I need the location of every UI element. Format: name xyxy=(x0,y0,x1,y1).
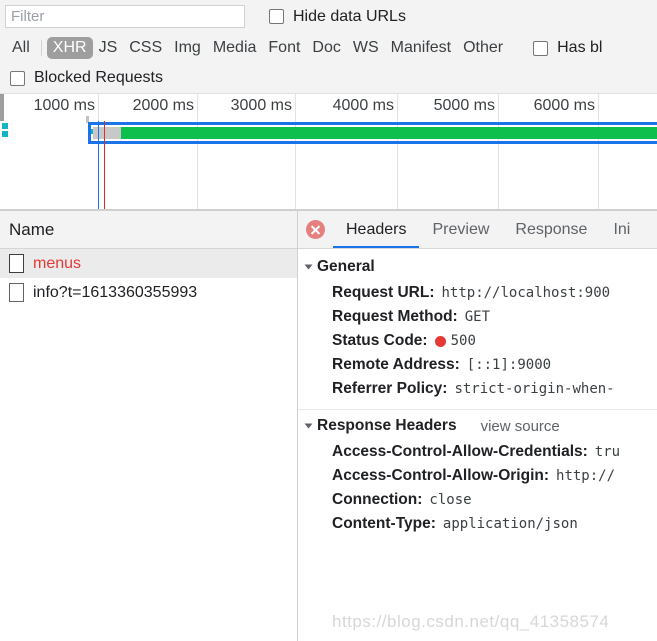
timeline-tick-label: 1000 ms xyxy=(33,97,95,114)
column-header-name: Name xyxy=(9,219,55,239)
header-content-type: Content-Type: application/json xyxy=(298,512,657,536)
timeline-tick-label: 2000 ms xyxy=(132,97,194,114)
error-circle-icon[interactable] xyxy=(306,220,325,239)
type-filter-media[interactable]: Media xyxy=(207,37,263,59)
tab-headers[interactable]: Headers xyxy=(333,212,420,248)
type-filter-font[interactable]: Font xyxy=(262,37,306,59)
header-connection: Connection: close xyxy=(298,488,657,512)
type-filter-css[interactable]: CSS xyxy=(123,37,168,59)
section-general[interactable]: General xyxy=(298,251,657,281)
type-filter-all[interactable]: All xyxy=(6,37,36,59)
details-tab-bar: Headers Preview Response Ini xyxy=(298,211,657,249)
chevron-down-icon xyxy=(304,264,313,270)
timeline-tick-label: 3000 ms xyxy=(230,97,292,114)
field-value: http:// xyxy=(556,468,616,484)
request-list[interactable]: menus info?t=1613360355993 xyxy=(0,249,297,641)
type-filter-js[interactable]: JS xyxy=(93,37,124,59)
field-value: GET xyxy=(464,309,491,325)
has-blocked-cookies-group[interactable]: Has bl xyxy=(533,39,602,57)
hide-data-urls-label: Hide data URLs xyxy=(293,7,406,25)
blocked-requests-label: Blocked Requests xyxy=(34,69,163,86)
field-value: close xyxy=(429,492,472,508)
status-error-dot-icon xyxy=(434,335,446,347)
network-main-area: Name menus info?t=1613360355993 Headers … xyxy=(0,210,657,641)
section-general-title: General xyxy=(317,258,375,275)
overview-left-handle[interactable] xyxy=(0,94,4,121)
request-row-menus[interactable]: menus xyxy=(0,249,297,278)
timeline-tick-label: 4000 ms xyxy=(332,97,394,114)
blocked-requests-group[interactable]: Blocked Requests xyxy=(10,69,163,87)
field-request-url: Request URL: http://localhost:900 xyxy=(298,281,657,305)
details-content: General Request URL: http://localhost:90… xyxy=(298,249,657,641)
field-key: Connection: xyxy=(332,491,423,508)
request-list-panel: Name menus info?t=1613360355993 xyxy=(0,211,298,641)
section-response-headers[interactable]: Response Headers view source xyxy=(298,410,657,440)
blocked-requests-checkbox[interactable] xyxy=(10,70,25,86)
devtools-network-panel: Hide data URLs All XHR JS CSS Img Media … xyxy=(0,0,657,641)
field-key: Remote Address: xyxy=(332,356,460,373)
section-response-headers-title: Response Headers xyxy=(317,417,457,434)
timeline-tick-label: 5000 ms xyxy=(433,97,495,114)
view-source-link[interactable]: view source xyxy=(481,418,560,435)
field-value: [::1]:9000 xyxy=(466,357,552,373)
type-filter-other[interactable]: Other xyxy=(457,37,509,59)
field-key: Access-Control-Allow-Origin: xyxy=(332,467,550,484)
network-overview-timeline[interactable]: 1000 ms 2000 ms 3000 ms 4000 ms 5000 ms … xyxy=(0,94,657,210)
document-icon xyxy=(9,254,24,273)
request-list-header: Name xyxy=(0,211,297,249)
filter-row-primary: Hide data URLs xyxy=(0,0,657,33)
field-key: Request Method: xyxy=(332,308,458,325)
tab-preview[interactable]: Preview xyxy=(419,212,502,248)
type-filter-img[interactable]: Img xyxy=(168,37,207,59)
header-access-control-allow-origin: Access-Control-Allow-Origin: http:// xyxy=(298,464,657,488)
field-value: 500 xyxy=(450,333,476,349)
field-key: Status Code: xyxy=(332,332,428,349)
field-key: Request URL: xyxy=(332,284,435,301)
type-filter-separator xyxy=(40,40,42,56)
type-filter-xhr[interactable]: XHR xyxy=(46,37,93,59)
field-value: strict-origin-when- xyxy=(454,381,615,397)
header-access-control-allow-credentials: Access-Control-Allow-Credentials: tru xyxy=(298,440,657,464)
field-remote-address: Remote Address: [::1]:9000 xyxy=(298,353,657,377)
field-referrer-policy: Referrer Policy: strict-origin-when- xyxy=(298,377,657,401)
field-request-method: Request Method: GET xyxy=(298,305,657,329)
timeline-tick-label: 6000 ms xyxy=(533,97,595,114)
field-value: http://localhost:900 xyxy=(441,285,611,301)
type-filter-ws[interactable]: WS xyxy=(347,37,385,59)
document-icon xyxy=(9,283,24,302)
field-key: Access-Control-Allow-Credentials: xyxy=(332,443,588,460)
has-blocked-cookies-label: Has bl xyxy=(557,39,603,56)
type-filter-manifest[interactable]: Manifest xyxy=(385,37,457,59)
field-status-code: Status Code: 500 xyxy=(298,329,657,353)
field-value: application/json xyxy=(442,516,578,532)
overview-selection-window[interactable] xyxy=(88,122,657,144)
request-row-info[interactable]: info?t=1613360355993 xyxy=(0,278,297,307)
tab-response[interactable]: Response xyxy=(502,212,600,248)
overview-event-marker xyxy=(2,123,8,129)
hide-data-urls-group[interactable]: Hide data URLs xyxy=(269,8,406,26)
resource-type-filters: All XHR JS CSS Img Media Font Doc WS Man… xyxy=(0,33,657,63)
request-details-panel: Headers Preview Response Ini General Req… xyxy=(298,211,657,641)
field-key: Content-Type: xyxy=(332,515,436,532)
overview-event-marker xyxy=(2,131,8,137)
tab-initiator[interactable]: Ini xyxy=(600,212,643,248)
chevron-down-icon xyxy=(304,423,313,429)
filter-input[interactable] xyxy=(5,5,245,28)
field-key: Referrer Policy: xyxy=(332,380,448,397)
network-filter-bar: Hide data URLs All XHR JS CSS Img Media … xyxy=(0,0,657,94)
hide-data-urls-checkbox[interactable] xyxy=(269,9,284,24)
dom-content-loaded-line xyxy=(98,121,99,209)
load-event-line xyxy=(104,121,105,209)
type-filter-doc[interactable]: Doc xyxy=(306,37,346,59)
has-blocked-cookies-checkbox[interactable] xyxy=(533,40,549,56)
field-value: tru xyxy=(594,444,621,460)
filter-row-blocked: Blocked Requests xyxy=(0,63,657,93)
request-name: menus xyxy=(33,254,82,272)
request-name: info?t=1613360355993 xyxy=(33,283,198,301)
